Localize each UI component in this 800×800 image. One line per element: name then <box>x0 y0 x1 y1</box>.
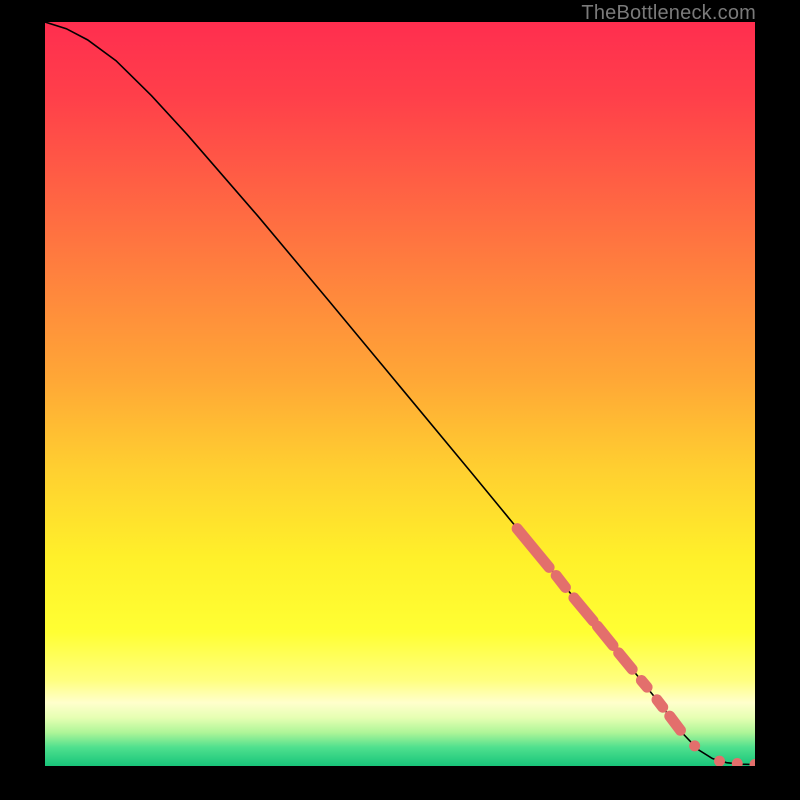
chart-plot-area <box>45 22 755 766</box>
marker-segment <box>641 680 647 687</box>
marker-point <box>689 740 700 751</box>
marker-segment <box>556 576 565 588</box>
marker-segment <box>657 700 663 707</box>
chart-frame: TheBottleneck.com <box>0 0 800 800</box>
chart-svg <box>45 22 755 766</box>
gradient-background <box>45 22 755 766</box>
